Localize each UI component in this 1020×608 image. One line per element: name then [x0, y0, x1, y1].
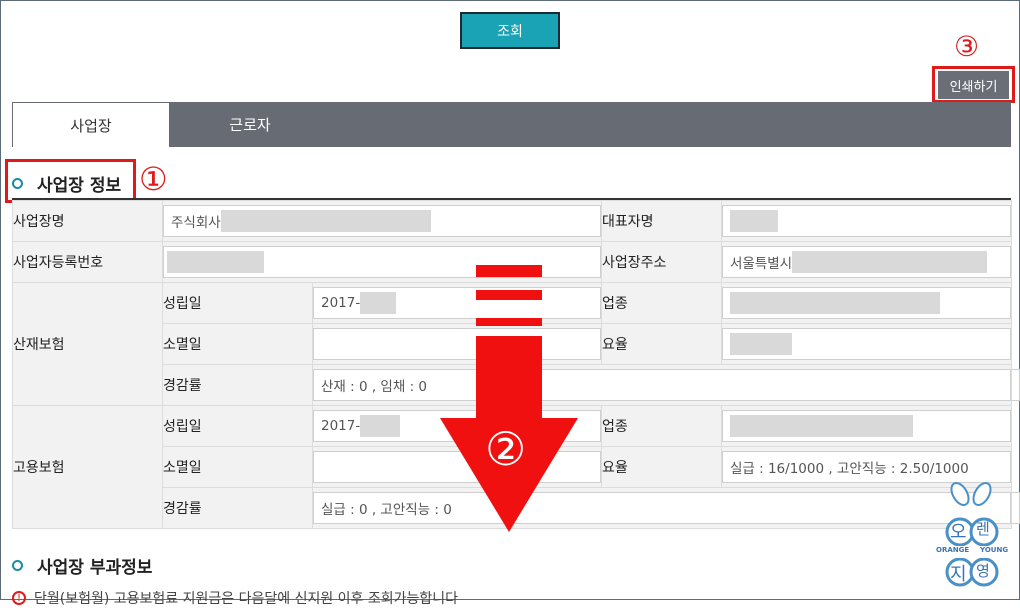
established-label: 성립일	[162, 282, 313, 324]
business-name-value: 주식회사	[171, 215, 221, 231]
bullet-icon	[12, 560, 23, 571]
search-button[interactable]: 조회	[460, 12, 560, 49]
reduction-label: 경감률	[162, 487, 313, 529]
reduction-label: 경감률	[162, 364, 313, 406]
masked-value	[220, 210, 431, 232]
established-value: 2017-	[321, 418, 361, 434]
table-row: 산재보험 성립일 2017- 업종	[12, 282, 1012, 406]
section-title-business-extra: 사업장 부과정보	[12, 553, 152, 578]
logo-text: 지	[950, 564, 967, 585]
established-label: 성립일	[162, 405, 313, 447]
representative-field[interactable]	[722, 205, 1011, 237]
annotation-2: ②	[485, 422, 527, 476]
representative-label: 대표자명	[601, 200, 722, 242]
tab-business[interactable]: 사업장	[12, 102, 170, 147]
logo-text: 오	[950, 522, 967, 543]
industry-label: 업종	[601, 282, 722, 324]
title-highlight-box	[5, 159, 136, 203]
business-name-label: 사업장명	[12, 200, 163, 242]
address-field[interactable]: 서울특별시	[722, 246, 1011, 278]
industry-field[interactable]	[722, 410, 1011, 442]
masked-value	[730, 210, 778, 232]
rate-field[interactable]	[722, 328, 1011, 360]
annotation-1: ①	[139, 160, 168, 198]
masked-value	[730, 415, 913, 437]
notice-message: 단월(보험월) 고용보험료 지원금은 다음달에 신지원 이후 조회가능합니다	[34, 591, 459, 607]
industry-field[interactable]	[722, 287, 1011, 319]
reduction-field-ext	[1012, 369, 1020, 401]
logo-text: YOUNG	[980, 546, 1009, 554]
tab-workers[interactable]: 근로자	[170, 102, 330, 147]
address-label: 사업장주소	[601, 241, 722, 283]
closed-field[interactable]	[313, 451, 601, 483]
business-name-field[interactable]: 주식회사	[163, 205, 601, 237]
masked-value	[167, 251, 264, 273]
table-row: 소멸일 요율	[13, 323, 1012, 365]
masked-value	[730, 292, 940, 314]
section-title-text: 사업장 부과정보	[37, 558, 153, 578]
industrial-insurance-label: 산재보험	[12, 282, 163, 406]
print-button[interactable]: 인쇄하기	[938, 71, 1009, 99]
rate-label: 요율	[601, 446, 722, 488]
table-row: 사업자등록번호 사업장주소 서울특별시	[12, 241, 1012, 283]
established-field[interactable]: 2017-	[313, 287, 601, 319]
employment-insurance-label: 고용보험	[12, 405, 163, 529]
masked-value	[360, 292, 397, 314]
reg-no-field[interactable]	[163, 246, 601, 278]
table-row: 사업장명 주식회사 대표자명	[12, 200, 1012, 242]
rate-field[interactable]: 실급 : 16/1000 , 고안직능 : 2.50/1000	[722, 451, 1011, 483]
business-info-table: 사업장명 주식회사 대표자명 사업자등록번호 사업장주소 서울특별시 산재보험 …	[12, 200, 1020, 529]
logo-text: 영	[976, 562, 990, 580]
closed-field[interactable]	[313, 328, 601, 360]
address-value: 서울특별시	[730, 256, 793, 272]
warning-icon: !	[12, 591, 26, 605]
table-row: 경감률 산재 : 0 , 임채 : 0	[13, 364, 1020, 406]
closed-label: 소멸일	[162, 446, 313, 488]
tab-bar: 사업장 근로자	[12, 102, 1011, 147]
masked-value	[730, 333, 792, 355]
closed-label: 소멸일	[162, 323, 313, 365]
reduction-field[interactable]: 산재 : 0 , 임채 : 0	[313, 369, 1011, 401]
logo-graphic	[930, 482, 1018, 587]
industry-label: 업종	[601, 405, 722, 447]
established-field[interactable]: 2017-	[313, 410, 601, 442]
table-row: 경감률 실급 : 0 , 고안직능 : 0	[13, 487, 1020, 529]
orange-young-logo: 오 렌 ORANGE YOUNG 지 영	[930, 480, 1020, 598]
reg-no-label: 사업자등록번호	[12, 241, 163, 283]
logo-text: ORANGE	[936, 546, 970, 554]
established-value: 2017-	[321, 295, 361, 311]
reduction-field[interactable]: 실급 : 0 , 고안직능 : 0	[313, 492, 1011, 524]
rate-label: 요율	[601, 323, 722, 365]
annotation-3: ③	[954, 30, 980, 63]
masked-value	[792, 251, 988, 273]
notice-text: ! 단월(보험월) 고용보험료 지원금은 다음달에 신지원 이후 조회가능합니다	[12, 588, 458, 608]
masked-value	[360, 415, 401, 437]
logo-text: 렌	[976, 520, 990, 538]
